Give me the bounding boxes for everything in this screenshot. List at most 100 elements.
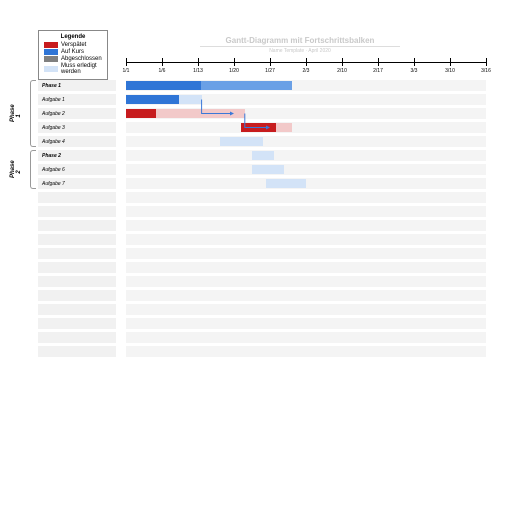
empty-track-cell [126, 290, 486, 301]
row-label: Aufgabe 7 [38, 178, 116, 189]
row-label: Phase 1 [38, 80, 116, 91]
empty-track-cell [126, 332, 486, 343]
legend-item: Muss erledigt werden [44, 63, 102, 75]
row-label: Aufgabe 1 [38, 94, 116, 105]
axis-tick [342, 58, 343, 66]
row-track [126, 178, 486, 189]
empty-track-cell [126, 276, 486, 287]
empty-row [38, 206, 486, 217]
empty-row [38, 276, 486, 287]
empty-row [38, 262, 486, 273]
empty-track-cell [126, 248, 486, 259]
legend-swatch [44, 42, 58, 48]
empty-row [38, 332, 486, 343]
row-track [126, 122, 486, 133]
axis-tick [486, 58, 487, 66]
empty-label-cell [38, 318, 116, 329]
legend-item: Auf Kurs [44, 49, 102, 55]
row-track [126, 94, 486, 105]
empty-row [38, 220, 486, 231]
empty-label-cell [38, 220, 116, 231]
axis-tick [126, 58, 127, 66]
chart-subtitle: Name Template · April 2020 [200, 48, 400, 54]
axis-tick-label: 1/1 [114, 68, 138, 74]
axis-tick-label: 3/16 [474, 68, 498, 74]
gantt-rows: Phase 1 Aufgabe 1 Aufgabe 2 Aufgabe 3 Aufgab… [38, 80, 486, 360]
axis-tick-label: 2/17 [366, 68, 390, 74]
gantt-row: Aufgabe 7 [38, 178, 486, 189]
gantt-row: Aufgabe 2 [38, 108, 486, 119]
empty-track-cell [126, 192, 486, 203]
gantt-bar[interactable] [126, 109, 245, 118]
axis-tick-label: 1/6 [150, 68, 174, 74]
progress-fill [126, 95, 179, 104]
gantt-row: Aufgabe 6 [38, 164, 486, 175]
gantt-row: Aufgabe 3 [38, 122, 486, 133]
axis-tick [378, 58, 379, 66]
title-block: Gantt-Diagramm mit Fortschrittsbalken Na… [200, 36, 400, 54]
gantt-bar[interactable] [126, 95, 202, 104]
row-track [126, 80, 486, 91]
empty-row [38, 346, 486, 357]
empty-track-cell [126, 206, 486, 217]
gantt-bar[interactable] [220, 137, 263, 146]
empty-track-cell [126, 234, 486, 245]
gantt-bar[interactable] [252, 151, 274, 160]
empty-track-cell [126, 318, 486, 329]
axis-tick-label: 1/20 [222, 68, 246, 74]
legend-item: Verspätet [44, 42, 102, 48]
empty-row [38, 234, 486, 245]
axis-tick-label: 2/3 [294, 68, 318, 74]
gantt-row: Aufgabe 4 [38, 136, 486, 147]
empty-label-cell [38, 234, 116, 245]
phase-label: Phase 1 [10, 110, 22, 122]
row-label: Aufgabe 2 [38, 108, 116, 119]
axis-tick [198, 58, 199, 66]
gantt-row: Phase 2 [38, 150, 486, 161]
phase-brace [30, 80, 36, 147]
progress-fill [241, 123, 276, 132]
axis-tick-label: 1/13 [186, 68, 210, 74]
legend-label: Auf Kurs [61, 49, 84, 55]
row-track [126, 164, 486, 175]
empty-row [38, 248, 486, 259]
axis-tick-label: 3/3 [402, 68, 426, 74]
progress-fill [126, 109, 156, 118]
axis-tick [450, 58, 451, 66]
legend-item: Abgeschlossen [44, 56, 102, 62]
empty-track-cell [126, 262, 486, 273]
empty-label-cell [38, 206, 116, 217]
legend-swatch [44, 66, 58, 72]
empty-label-cell [38, 346, 116, 357]
progress-fill [126, 81, 201, 90]
gantt-bar[interactable] [241, 123, 291, 132]
legend-swatch [44, 56, 58, 62]
empty-label-cell [38, 262, 116, 273]
empty-label-cell [38, 332, 116, 343]
empty-label-cell [38, 248, 116, 259]
axis-tick-label: 3/10 [438, 68, 462, 74]
row-track [126, 136, 486, 147]
axis-tick [414, 58, 415, 66]
row-label: Aufgabe 3 [38, 122, 116, 133]
phase-brace [30, 150, 36, 189]
legend-title: Legende [44, 34, 102, 40]
row-track [126, 150, 486, 161]
gantt-bar[interactable] [252, 165, 284, 174]
gantt-bar[interactable] [266, 179, 306, 188]
row-label: Phase 2 [38, 150, 116, 161]
legend-label: Abgeschlossen [61, 56, 102, 62]
chart-title: Gantt-Diagramm mit Fortschrittsbalken [200, 36, 400, 47]
empty-row [38, 318, 486, 329]
empty-row [38, 290, 486, 301]
empty-track-cell [126, 304, 486, 315]
gantt-row: Aufgabe 1 [38, 94, 486, 105]
legend-label: Verspätet [61, 42, 86, 48]
phase-label: Phase 2 [10, 166, 22, 178]
axis-tick [162, 58, 163, 66]
empty-label-cell [38, 276, 116, 287]
axis-tick [306, 58, 307, 66]
legend-swatch [44, 49, 58, 55]
gantt-bar[interactable] [126, 81, 292, 90]
empty-row [38, 304, 486, 315]
